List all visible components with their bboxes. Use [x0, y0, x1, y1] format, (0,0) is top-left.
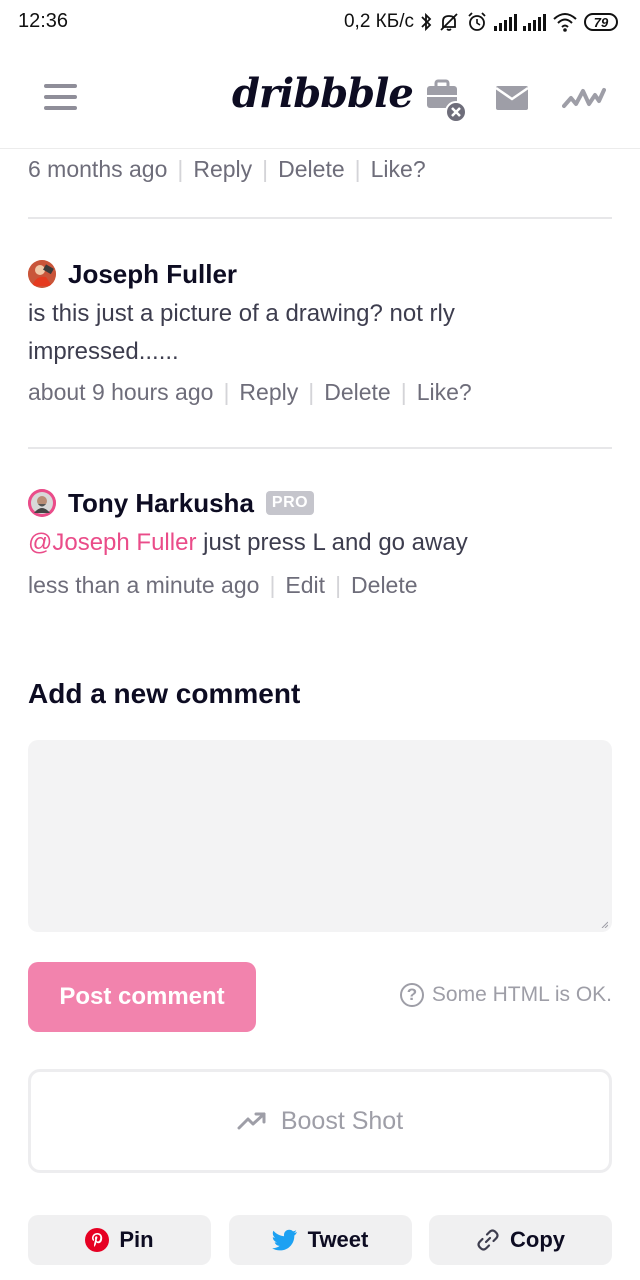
tweet-label: Tweet	[307, 1227, 369, 1252]
pinterest-icon	[85, 1228, 110, 1252]
comment-timestamp: less than a minute ago	[28, 572, 260, 598]
wifi-icon	[553, 13, 577, 32]
meta-separator: |	[335, 572, 342, 598]
comment-divider	[28, 217, 612, 219]
like-link[interactable]: Like?	[371, 156, 426, 182]
avatar[interactable]	[28, 260, 56, 288]
status-icons: 0,2 КБ/с 79	[344, 8, 618, 36]
edit-link[interactable]: Edit	[285, 572, 325, 598]
post-comment-button[interactable]: Post comment	[28, 962, 256, 1032]
meta-separator: |	[223, 379, 230, 405]
meta-separator: |	[400, 379, 407, 405]
html-hint: ? Some HTML is OK.	[399, 983, 612, 1007]
delete-link[interactable]: Delete	[324, 379, 390, 405]
bluetooth-icon	[421, 12, 432, 32]
comment-body: @Joseph Fuller just press L and go away	[28, 524, 612, 562]
html-hint-text: Some HTML is OK.	[431, 983, 612, 1006]
top-navigation: dribbble	[0, 52, 640, 149]
comment-header: Joseph Fuller	[28, 257, 612, 291]
comment-timestamp: 6 months ago	[28, 156, 168, 182]
meta-separator: |	[354, 156, 361, 182]
reply-link[interactable]: Reply	[193, 156, 252, 182]
boost-shot-label: Boost Shot	[280, 1106, 404, 1135]
comment-text: just press L and go away	[196, 529, 468, 556]
resize-handle-icon[interactable]	[600, 920, 608, 928]
meta-separator: |	[262, 156, 269, 182]
avatar[interactable]	[28, 489, 56, 517]
comment-timestamp: about 9 hours ago	[28, 379, 214, 405]
mail-icon[interactable]	[495, 84, 529, 112]
pin-button[interactable]: Pin	[28, 1215, 211, 1265]
comment-textarea[interactable]	[28, 740, 612, 932]
comment-item: Joseph Fuller is this just a picture of …	[28, 257, 612, 406]
copy-link-button[interactable]: Copy	[429, 1215, 612, 1265]
battery-icon: 79	[584, 13, 618, 31]
signal-icon	[494, 13, 517, 31]
comment-meta: 6 months ago | Reply | Delete | Like?	[28, 156, 612, 183]
dribbble-logo[interactable]: dribbble	[232, 70, 414, 117]
share-buttons: Pin Tweet Copy	[28, 1215, 612, 1265]
notifications-off-icon	[440, 13, 458, 31]
tweet-button[interactable]: Tweet	[228, 1215, 412, 1265]
hamburger-menu-icon[interactable]	[44, 84, 77, 112]
delete-link[interactable]: Delete	[278, 156, 344, 182]
like-link[interactable]: Like?	[417, 379, 472, 405]
comment-item: 6 months ago | Reply | Delete | Like?	[28, 156, 612, 183]
status-time: 12:36	[18, 10, 69, 32]
copy-label: Copy	[510, 1227, 565, 1252]
reply-link[interactable]: Reply	[239, 379, 298, 405]
meta-separator: |	[177, 156, 184, 182]
comment-author[interactable]: Tony Harkusha	[68, 488, 254, 519]
signal-icon-2	[523, 13, 546, 31]
twitter-icon	[271, 1229, 297, 1251]
meta-separator: |	[269, 572, 276, 598]
add-comment-heading: Add a new comment	[28, 678, 301, 709]
link-icon	[477, 1229, 499, 1251]
comment-author[interactable]: Joseph Fuller	[68, 259, 237, 290]
delete-link[interactable]: Delete	[351, 572, 417, 598]
pin-label: Pin	[119, 1227, 154, 1252]
network-speed: 0,2 КБ/с	[343, 11, 414, 32]
meta-separator: |	[308, 379, 315, 405]
comment-item: Tony Harkusha PRO @Joseph Fuller just pr…	[28, 486, 612, 599]
pro-badge: PRO	[265, 491, 315, 515]
comment-header: Tony Harkusha PRO	[28, 486, 612, 520]
help-icon[interactable]: ?	[399, 983, 424, 1007]
trending-up-icon	[237, 1112, 266, 1130]
comment-divider	[28, 447, 612, 449]
comment-meta: about 9 hours ago | Reply | Delete | Like?	[28, 379, 612, 406]
boost-shot-button[interactable]: Boost Shot	[28, 1069, 612, 1173]
activity-icon[interactable]	[562, 86, 606, 112]
comment-body: is this just a picture of a drawing? not…	[28, 300, 455, 365]
comment-meta: less than a minute ago | Edit | Delete	[28, 572, 612, 599]
alarm-icon	[468, 12, 486, 31]
status-bar: 12:36 0,2 КБ/с 79	[0, 0, 640, 44]
user-mention-link[interactable]: @Joseph Fuller	[28, 529, 196, 556]
briefcase-closed-icon[interactable]	[424, 78, 470, 124]
